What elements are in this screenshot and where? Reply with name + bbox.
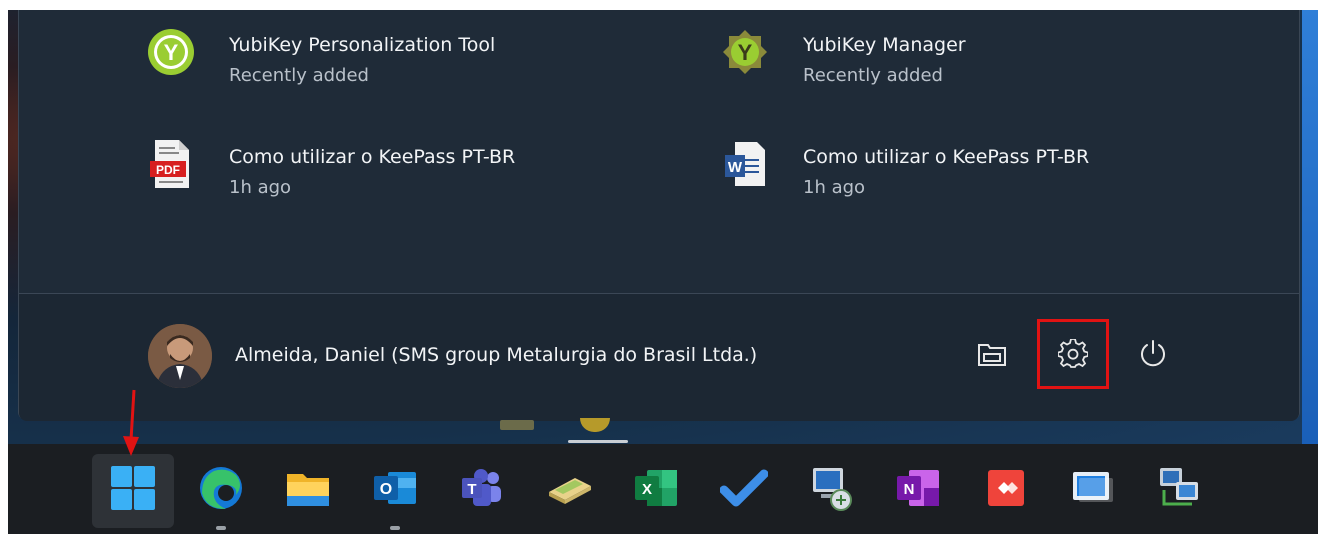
start-menu: Y YubiKey Personalization Tool Recently … [18, 10, 1300, 421]
running-indicator [390, 526, 400, 530]
remote-desktop-icon [1069, 466, 1117, 514]
word-document-icon: W [721, 140, 769, 188]
power-icon [1138, 339, 1168, 373]
excel-icon: X [633, 466, 679, 514]
start-windows-icon [109, 464, 157, 516]
scanner-app-icon [545, 468, 593, 512]
scroll-indicator [568, 440, 628, 443]
documents-folder-button[interactable] [970, 334, 1014, 378]
file-explorer-icon [285, 468, 331, 512]
user-avatar[interactable] [148, 324, 212, 388]
taskbar-network-computers[interactable] [1154, 464, 1206, 516]
todo-check-icon [719, 468, 769, 512]
start-menu-footer: Almeida, Daniel (SMS group Metalurgia do… [19, 293, 1299, 421]
taskbar-file-explorer[interactable] [282, 464, 334, 516]
yubikey-personalization-icon: Y [147, 28, 195, 76]
taskbar-remote-desktop[interactable] [1067, 464, 1119, 516]
recommended-item-pdf-keepass[interactable]: PDF Como utilizar o KeePass PT-BR 1h ago [147, 140, 667, 200]
taskbar-excel[interactable]: X [630, 464, 682, 516]
teams-icon: T [459, 466, 505, 514]
svg-text:PDF: PDF [156, 163, 180, 177]
recommended-item-title: Como utilizar o KeePass PT-BR [229, 146, 516, 168]
start-button[interactable] [107, 464, 159, 516]
recommended-item-title: YubiKey Personalization Tool [229, 34, 496, 56]
svg-text:T: T [467, 481, 476, 498]
partial-app-icon [500, 420, 534, 430]
svg-text:X: X [642, 481, 652, 498]
red-arrow-annotation [123, 389, 139, 456]
anydesk-icon [984, 466, 1028, 514]
svg-text:O: O [380, 481, 392, 498]
recommended-item-subtitle: 1h ago [803, 177, 866, 198]
power-button[interactable] [1131, 334, 1175, 378]
recommended-item-title: YubiKey Manager [803, 34, 966, 56]
recommended-item-subtitle: Recently added [229, 65, 369, 86]
onenote-icon: N [895, 466, 941, 514]
user-name[interactable]: Almeida, Daniel (SMS group Metalurgia do… [235, 344, 757, 366]
running-indicator [216, 526, 226, 530]
taskbar-scanner-app[interactable] [543, 464, 595, 516]
svg-text:W: W [728, 159, 743, 176]
recommended-item-title: Como utilizar o KeePass PT-BR [803, 146, 1090, 168]
taskbar-outlook[interactable]: O [369, 464, 421, 516]
documents-folder-icon [977, 341, 1007, 371]
recommended-item-word-keepass[interactable]: W Como utilizar o KeePass PT-BR 1h ago [721, 140, 1241, 200]
outlook-icon: O [372, 466, 418, 514]
recommended-item-subtitle: 1h ago [229, 177, 292, 198]
hidden-pinned-apps-row [8, 418, 1302, 444]
network-computers-icon [1156, 464, 1204, 516]
settings-highlight-annotation [1037, 319, 1109, 389]
edge-icon [198, 465, 244, 515]
taskbar-teams[interactable]: T [456, 464, 508, 516]
taskbar-remote-computer[interactable] [805, 464, 857, 516]
taskbar-onenote[interactable]: N [892, 464, 944, 516]
svg-text:Y: Y [164, 40, 179, 65]
taskbar: O T X N [8, 444, 1318, 534]
yubikey-manager-icon: Y [721, 28, 769, 76]
desktop-edge [1302, 10, 1318, 444]
taskbar-todo[interactable] [718, 464, 770, 516]
recommended-item-subtitle: Recently added [803, 65, 943, 86]
partial-app-icon [580, 418, 610, 432]
taskbar-anydesk[interactable] [980, 464, 1032, 516]
pdf-file-icon: PDF [147, 140, 195, 188]
svg-text:Y: Y [738, 40, 753, 65]
svg-text:N: N [904, 481, 915, 498]
remote-computer-icon [807, 464, 855, 516]
recommended-item-yubikey-personalization[interactable]: Y YubiKey Personalization Tool Recently … [147, 28, 667, 88]
taskbar-edge[interactable] [195, 464, 247, 516]
recommended-item-yubikey-manager[interactable]: Y YubiKey Manager Recently added [721, 28, 1241, 88]
